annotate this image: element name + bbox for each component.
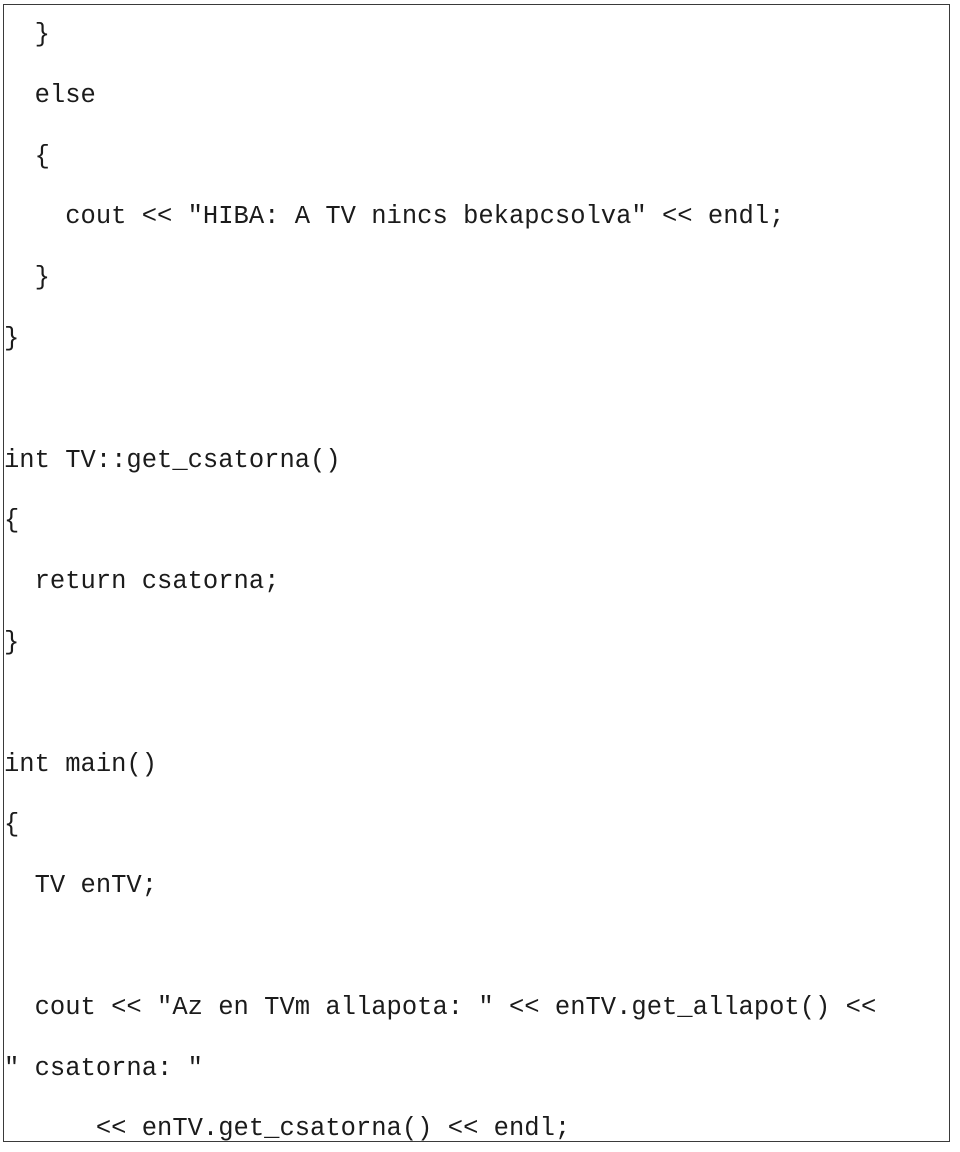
page-root: } else { cout << "HIBA: A TV nincs bekap… [0, 0, 960, 1152]
code-line: int TV::get_csatorna() [4, 445, 341, 475]
code-line: } [4, 323, 20, 353]
code-line: cout << "HIBA: A TV nincs bekapcsolva" <… [4, 202, 785, 232]
code-line: } [4, 263, 50, 293]
code-line: else [4, 80, 96, 110]
code-line: { [4, 141, 50, 171]
code-line: return csatorna; [4, 567, 280, 597]
code-line: } [4, 627, 20, 657]
code-line: TV enTV; [4, 871, 158, 901]
code-line: int main() [4, 749, 158, 779]
code-block-frame: } else { cout << "HIBA: A TV nincs bekap… [3, 4, 950, 1142]
code-line: { [4, 810, 20, 840]
code-listing: } else { cout << "HIBA: A TV nincs bekap… [4, 5, 949, 1142]
code-line: } [4, 20, 50, 49]
code-line: << enTV.get_csatorna() << endl; [4, 1114, 571, 1142]
code-line: cout << "Az en TVm allapota: " << enTV.g… [4, 992, 877, 1022]
code-line: " csatorna: " [4, 1053, 203, 1083]
code-line: { [4, 506, 20, 536]
